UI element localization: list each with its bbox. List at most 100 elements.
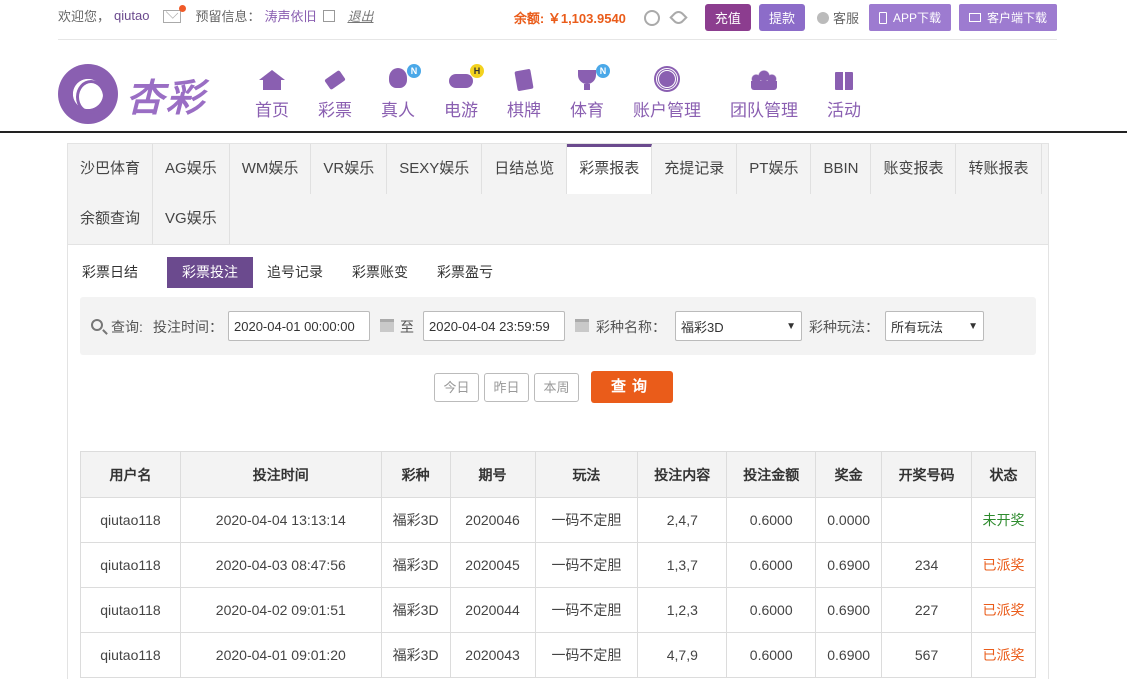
cell-status: 已派奖: [971, 632, 1036, 678]
tab-deposit-withdraw[interactable]: 充提记录: [652, 144, 738, 194]
tab-account-changes[interactable]: 账变报表: [871, 144, 957, 194]
subtab-chase-records[interactable]: 追号记录: [267, 257, 338, 288]
balance-label: 余额:: [513, 11, 545, 26]
cell-issue: 2020043: [449, 632, 536, 678]
cell-content: 1,3,7: [637, 542, 728, 588]
start-time-input[interactable]: [228, 311, 370, 341]
cell-bet-time: 2020-04-03 08:47:56: [179, 542, 382, 588]
bets-table: 用户名 投注时间 彩种 期号 玩法 投注内容 投注金额 奖金 开奖号码 状态 q…: [80, 451, 1036, 678]
table-header-row: 用户名 投注时间 彩种 期号 玩法 投注内容 投注金额 奖金 开奖号码 状态: [80, 451, 1036, 498]
tab-vr[interactable]: VR娱乐: [311, 144, 388, 194]
col-play: 玩法: [534, 451, 639, 498]
table-row[interactable]: qiutao118 2020-04-01 09:01:20 福彩3D 20200…: [80, 632, 1036, 678]
nav-live[interactable]: N 真人: [381, 64, 421, 121]
cell-play: 一码不定胆: [534, 587, 639, 633]
app-download-button[interactable]: APP下载: [868, 4, 951, 31]
cell-amount: 0.6000: [726, 587, 817, 633]
tab-wm[interactable]: WM娱乐: [229, 144, 312, 194]
tab-ag[interactable]: AG娱乐: [153, 144, 230, 194]
username[interactable]: qiutao: [114, 8, 149, 23]
lottery-icon-wrap: [322, 68, 348, 92]
customer-service-link[interactable]: 客服: [816, 8, 859, 27]
tab-daily-overview[interactable]: 日结总览: [482, 144, 568, 194]
deposit-button[interactable]: 充值: [704, 4, 751, 31]
tab-bbin[interactable]: BBIN: [811, 144, 872, 194]
nav-promotions[interactable]: 活动: [827, 68, 861, 121]
tab-saba-sports[interactable]: 沙巴体育: [68, 144, 154, 194]
report-panel: 沙巴体育 AG娱乐 WM娱乐 VR娱乐 SEXY娱乐 日结总览 彩票报表 充提记…: [67, 143, 1049, 679]
tab-balance-query[interactable]: 余额查询: [68, 194, 154, 244]
cell-play: 一码不定胆: [534, 497, 639, 543]
today-button[interactable]: 今日: [434, 373, 479, 402]
hot-badge: H: [470, 64, 484, 78]
tab-sexy[interactable]: SEXY娱乐: [387, 144, 483, 194]
cell-draw-number: [881, 497, 972, 543]
subtab-lottery-daily[interactable]: 彩票日结: [82, 257, 153, 288]
col-draw-number: 开奖号码: [881, 451, 972, 498]
nav-home[interactable]: 首页: [255, 68, 289, 121]
col-bet-time: 投注时间: [179, 451, 382, 498]
reserved-value: 涛声依旧: [264, 9, 317, 24]
quick-range: 今日 昨日 本周: [434, 373, 579, 402]
nav-label: 活动: [827, 101, 861, 120]
refresh-icon[interactable]: [643, 9, 660, 26]
col-issue: 期号: [449, 451, 536, 498]
end-time-input[interactable]: [423, 311, 565, 341]
cell-draw-number: 227: [881, 587, 972, 633]
col-status: 状态: [971, 451, 1036, 498]
subtab-lottery-changes[interactable]: 彩票账变: [352, 257, 423, 288]
chevron-down-icon: ▼: [968, 320, 978, 332]
hide-balance-icon[interactable]: [669, 8, 688, 27]
edit-icon[interactable]: [323, 9, 336, 22]
table-row[interactable]: qiutao118 2020-04-04 13:13:14 福彩3D 20200…: [80, 497, 1036, 543]
phone-icon: [878, 11, 887, 24]
monitor-icon: [968, 13, 981, 22]
cell-amount: 0.6000: [726, 542, 817, 588]
calendar-icon[interactable]: [380, 319, 394, 332]
nav-team[interactable]: 团队管理: [730, 68, 798, 121]
cell-prize: 0.6900: [815, 542, 883, 588]
logout-link[interactable]: 退出: [347, 6, 373, 25]
play-type-selected: 所有玩法: [891, 319, 944, 335]
yesterday-button[interactable]: 昨日: [484, 373, 529, 402]
play-type-select[interactable]: 所有玩法 ▼: [885, 311, 984, 341]
play-type-label: 彩种玩法：: [809, 319, 879, 335]
table-row[interactable]: qiutao118 2020-04-03 08:47:56 福彩3D 20200…: [80, 542, 1036, 588]
unread-dot: [179, 5, 187, 12]
account-icon-wrap: [654, 68, 680, 92]
home-icon: [259, 70, 285, 90]
tab-vg[interactable]: VG娱乐: [153, 194, 230, 244]
query-button[interactable]: 查询: [591, 371, 673, 403]
nav-account[interactable]: 账户管理: [633, 68, 701, 121]
mail-icon[interactable]: [163, 5, 187, 23]
withdraw-button[interactable]: 提款: [758, 4, 805, 31]
tab-transfer-report[interactable]: 转账报表: [956, 144, 1042, 194]
nav-lottery[interactable]: 彩票: [318, 68, 352, 121]
client-download-button[interactable]: 客户端下载: [958, 4, 1057, 31]
cell-content: 2,4,7: [637, 497, 728, 543]
lottery-select[interactable]: 福彩3D ▼: [675, 311, 802, 341]
this-week-button[interactable]: 本周: [534, 373, 579, 402]
tab-lottery-report[interactable]: 彩票报表: [567, 144, 653, 194]
cell-bet-time: 2020-04-04 13:13:14: [179, 497, 382, 543]
nav-label: 真人: [381, 101, 415, 120]
calendar-icon[interactable]: [575, 319, 589, 332]
lottery-ticket-icon: [324, 69, 346, 91]
account-actions: 余额: ￥1,103.9540 充值 提款 客服 APP下载 客户端下载: [514, 4, 1057, 31]
lottery-selected: 福彩3D: [681, 319, 724, 335]
cell-lottery: 福彩3D: [380, 632, 451, 678]
table-row[interactable]: qiutao118 2020-04-02 09:01:51 福彩3D 20200…: [80, 587, 1036, 633]
nav-sports[interactable]: N 体育: [570, 64, 610, 121]
tab-pt[interactable]: PT娱乐: [737, 144, 812, 194]
nav-egames[interactable]: H 电游: [444, 64, 484, 121]
nav-label: 团队管理: [730, 101, 798, 120]
subtab-lottery-bets[interactable]: 彩票投注: [167, 257, 253, 288]
balance: 余额: ￥1,103.9540: [514, 8, 626, 27]
nav-chess[interactable]: 棋牌: [507, 68, 541, 121]
service-icon: [816, 11, 829, 24]
subtab-lottery-pnl[interactable]: 彩票盈亏: [437, 257, 508, 288]
reserved-label: 预留信息：: [195, 9, 261, 24]
cell-status: 已派奖: [971, 542, 1036, 588]
site-logo[interactable]: 杏彩: [58, 64, 206, 124]
cell-amount: 0.6000: [726, 632, 817, 678]
